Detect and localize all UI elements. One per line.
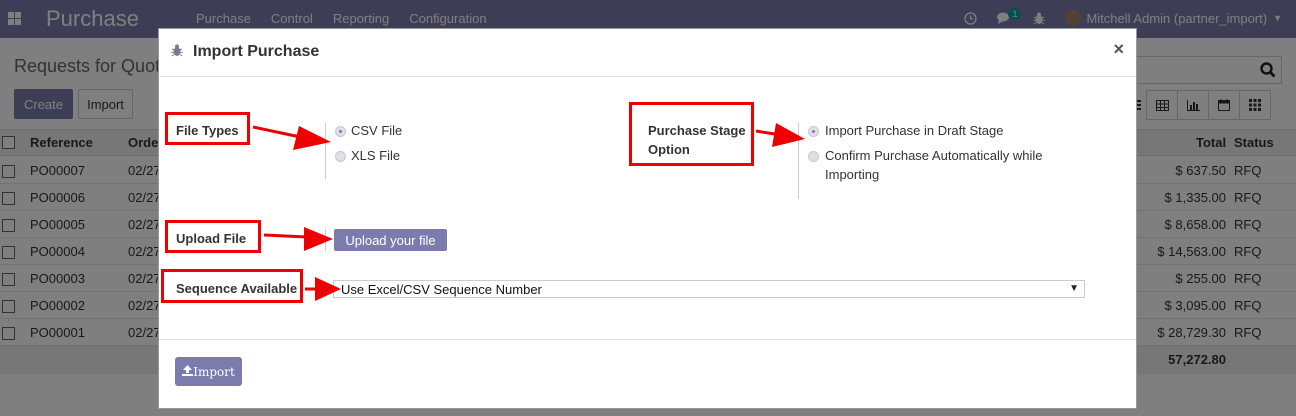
draft-stage-radio[interactable]	[808, 126, 819, 137]
sequence-available-label: Sequence Available	[161, 269, 303, 303]
draft-stage-label[interactable]: Import Purchase in Draft Stage	[825, 121, 1003, 140]
confirm-auto-label-line1: Confirm Purchase Automatically while	[825, 148, 1043, 163]
purchase-stage-label-line1: Purchase Stage	[648, 123, 746, 138]
field-divider	[798, 123, 799, 199]
import-purchase-dialog: Import Purchase × File Types CSV File XL…	[158, 28, 1137, 409]
csv-file-label[interactable]: CSV File	[351, 121, 402, 140]
xls-file-label[interactable]: XLS File	[351, 146, 400, 165]
sequence-select[interactable]: Use Excel/CSV Sequence Number ▼	[333, 280, 1085, 298]
modal-title: Import Purchase	[193, 43, 320, 60]
bug-icon	[171, 44, 183, 60]
xls-file-radio[interactable]	[335, 151, 346, 162]
field-divider	[325, 123, 326, 179]
sequence-selected-value: Use Excel/CSV Sequence Number	[341, 282, 542, 297]
field-divider	[325, 229, 326, 251]
confirm-auto-radio[interactable]	[808, 151, 819, 162]
file-types-label: File Types	[165, 112, 250, 145]
modal-footer: Import	[159, 339, 1136, 409]
upload-icon	[182, 364, 194, 379]
arrow-to-file-types	[252, 125, 331, 150]
purchase-stage-label-line2: Option	[648, 142, 690, 157]
purchase-stage-label: Purchase Stage Option	[629, 102, 754, 166]
csv-file-radio[interactable]	[335, 126, 346, 137]
caret-down-icon: ▼	[1069, 283, 1079, 294]
upload-file-button[interactable]: Upload your file	[334, 229, 447, 251]
import-submit-button[interactable]: Import	[175, 357, 242, 386]
arrow-to-upload	[263, 227, 333, 251]
upload-file-label: Upload File	[165, 220, 261, 253]
close-icon[interactable]: ×	[1113, 39, 1124, 60]
confirm-auto-label-line2: Importing	[825, 167, 880, 182]
modal-header: Import Purchase ×	[159, 29, 1136, 77]
confirm-auto-label[interactable]: Confirm Purchase Automatically while Imp…	[825, 146, 1042, 184]
import-submit-label: Import	[193, 364, 235, 379]
